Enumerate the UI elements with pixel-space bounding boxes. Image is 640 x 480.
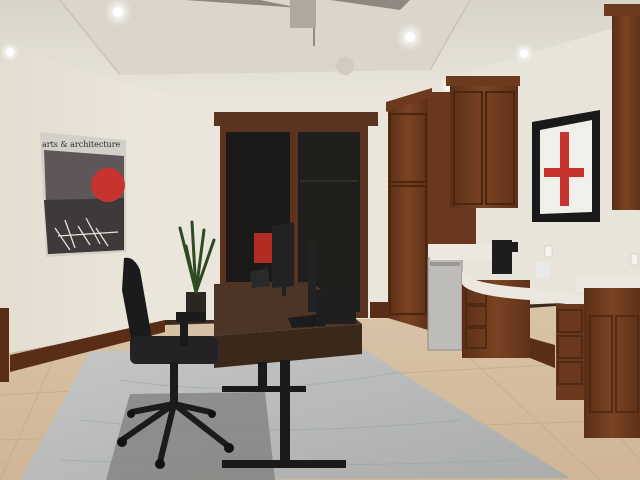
- laptop: [308, 242, 316, 312]
- art-poster: [40, 132, 126, 257]
- art-red-circle: [91, 168, 125, 202]
- dishwasher: [427, 257, 463, 351]
- desktop-tower: [316, 290, 356, 324]
- kettle: [536, 262, 550, 278]
- coffee-maker: [492, 240, 512, 274]
- poster-title: arts & architecture: [42, 140, 121, 149]
- wall-outlet: [544, 245, 553, 258]
- room-illustration: arts & architecture: [0, 0, 640, 480]
- room-photo: arts & architecture: [0, 0, 640, 480]
- wall-outlet-right: [630, 253, 639, 266]
- framed-art: [532, 110, 600, 222]
- left-cabinet-edge: [0, 308, 9, 382]
- upper-cabinet: [446, 76, 520, 208]
